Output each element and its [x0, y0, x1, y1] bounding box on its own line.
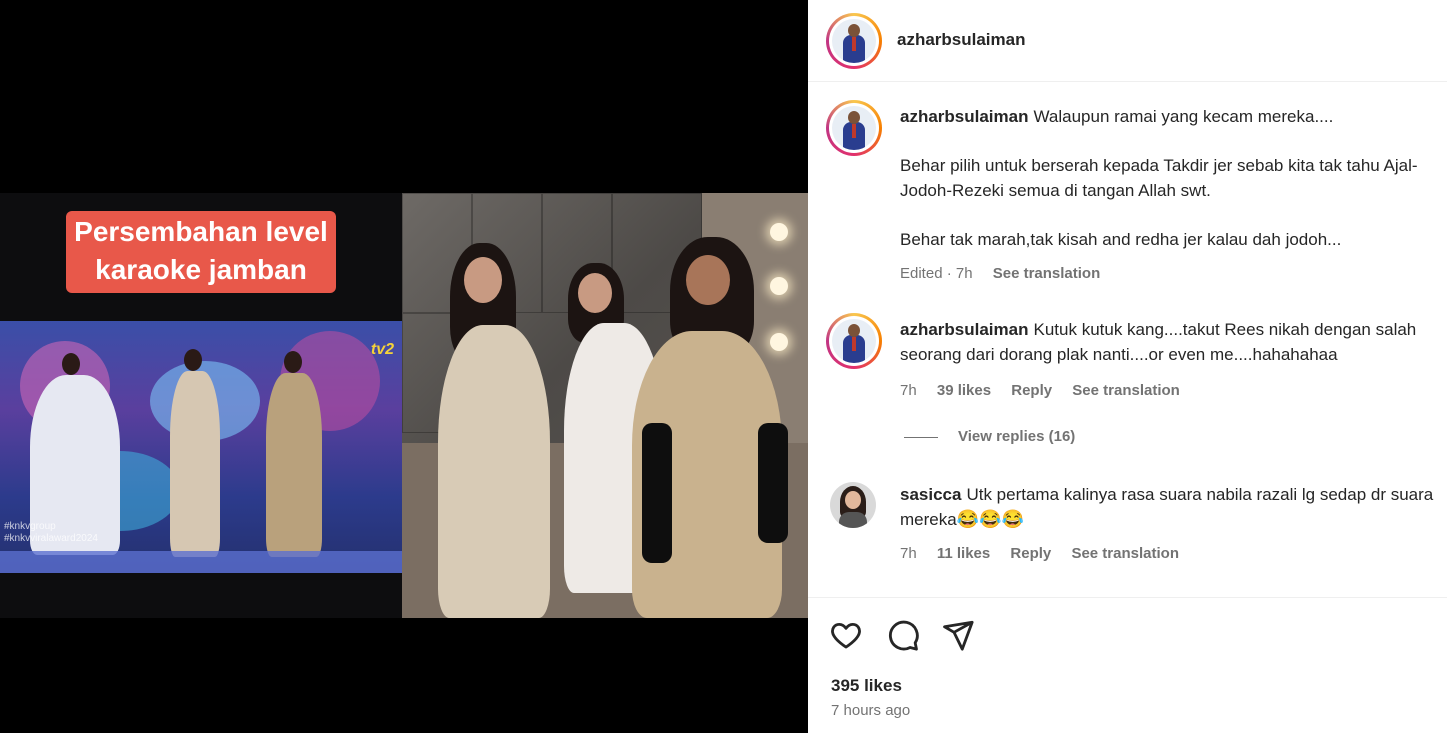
- comment-avatar[interactable]: [830, 482, 876, 528]
- stage-hashtag-1: #knkvgroup: [4, 521, 56, 532]
- stage-hashtag-2: #knkvviralaward2024: [4, 533, 98, 544]
- post-timestamp[interactable]: 7 hours ago: [831, 702, 910, 719]
- meme-right-panel: [402, 193, 808, 618]
- comment-time: 7h: [900, 545, 917, 562]
- post-header: azharbsulaiman: [808, 0, 1447, 82]
- view-replies-label: View replies (16): [958, 428, 1076, 445]
- comment-avatar[interactable]: [826, 100, 882, 156]
- post-sidebar: azharbsulaiman azharbsulaiman Walaupun ra…: [808, 0, 1447, 733]
- comment-time: 7h: [900, 382, 917, 399]
- share-icon[interactable]: [941, 618, 975, 652]
- comment-text: Behar tak marah,tak kisah and redha jer …: [900, 230, 1342, 249]
- view-replies-button[interactable]: View replies (16): [904, 428, 1075, 445]
- meme-left-panel: Persembahan level karaoke jamban tv2 #kn…: [0, 193, 402, 618]
- post-image[interactable]: Persembahan level karaoke jamban tv2 #kn…: [0, 193, 808, 618]
- comment-body: azharbsulaiman Walaupun ramai yang kecam …: [900, 104, 1440, 252]
- stage-scene: tv2 #knkvgroup #knkvviralaward2024: [0, 321, 402, 573]
- header-username[interactable]: azharbsulaiman: [897, 30, 1026, 50]
- see-translation-link[interactable]: See translation: [993, 265, 1101, 282]
- comment-body: sasicca Utk pertama kalinya rasa suara na…: [900, 482, 1440, 532]
- stage-floor: [0, 551, 402, 573]
- reply-button[interactable]: Reply: [1011, 382, 1052, 399]
- comment-meta: 7h 11 likes Reply See translation: [900, 545, 1195, 562]
- tv-logo: tv2: [370, 341, 394, 358]
- laughing-emoji: 😂😂😂: [956, 509, 1024, 529]
- post-media[interactable]: Persembahan level karaoke jamban tv2 #kn…: [0, 0, 808, 733]
- comment-avatar[interactable]: [826, 313, 882, 369]
- see-translation-link[interactable]: See translation: [1072, 382, 1180, 399]
- post-likes-count[interactable]: 395 likes: [831, 676, 902, 696]
- comment-likes[interactable]: 39 likes: [937, 382, 991, 399]
- meme-caption: Persembahan level karaoke jamban: [66, 213, 336, 289]
- caption-line-2: karaoke jamban: [95, 254, 307, 285]
- comment-likes[interactable]: 11 likes: [937, 545, 990, 562]
- see-translation-link[interactable]: See translation: [1071, 545, 1179, 562]
- comment-item: azharbsulaiman Kutuk kutuk kang....takut …: [826, 313, 1436, 413]
- heart-icon[interactable]: [829, 618, 863, 652]
- comment-username[interactable]: sasicca: [900, 485, 961, 504]
- caption-comment: azharbsulaiman Walaupun ramai yang kecam …: [826, 100, 1436, 300]
- comment-icon[interactable]: [886, 618, 920, 652]
- comment-username[interactable]: azharbsulaiman: [900, 320, 1029, 339]
- comment-text: Behar pilih untuk berserah kepada Takdir…: [900, 156, 1418, 200]
- caption-line-1: Persembahan level: [74, 216, 328, 247]
- comment-username[interactable]: azharbsulaiman: [900, 107, 1029, 126]
- comment-text: Walaupun ramai yang kecam mereka....: [1033, 107, 1334, 126]
- comment-body: azharbsulaiman Kutuk kutuk kang....takut …: [900, 317, 1440, 367]
- header-avatar[interactable]: [826, 13, 882, 69]
- comment-meta: 7h 39 likes Reply See translation: [900, 382, 1196, 399]
- replies-divider: [904, 436, 938, 438]
- reply-button[interactable]: Reply: [1010, 545, 1051, 562]
- comment-meta: Edited · 7h See translation: [900, 265, 1116, 282]
- comment-item: sasicca Utk pertama kalinya rasa suara na…: [826, 478, 1436, 578]
- edited-label: Edited · 7h: [900, 265, 973, 282]
- post-actions: 395 likes 7 hours ago: [808, 597, 1447, 733]
